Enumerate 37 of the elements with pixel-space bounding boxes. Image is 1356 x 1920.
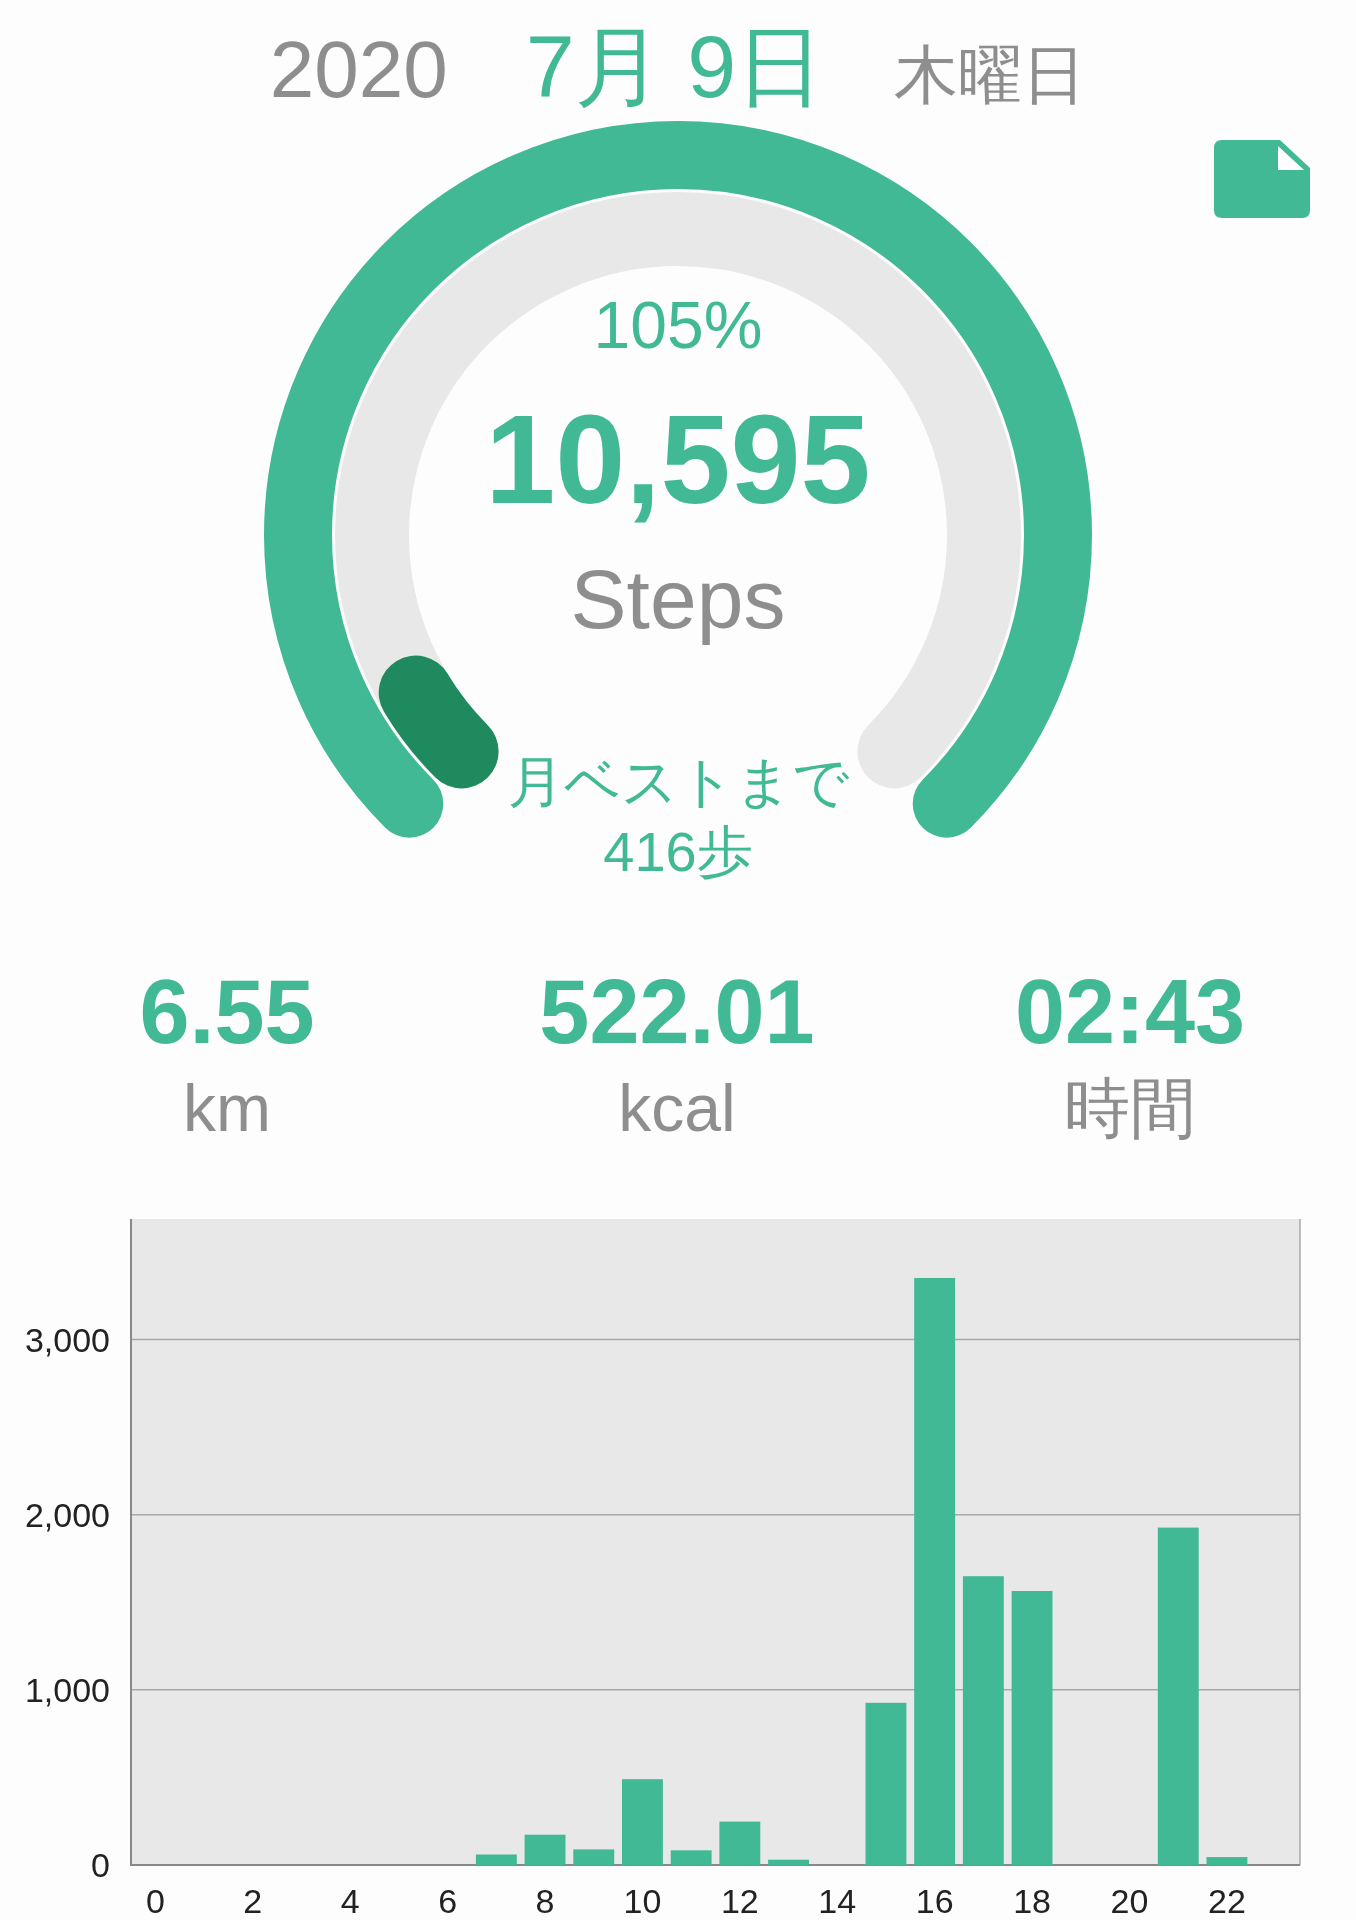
year-label: 2020 bbox=[269, 24, 448, 116]
date-label: 7月 9日 bbox=[525, 16, 825, 118]
x-axis-label: 8 bbox=[535, 1882, 555, 1920]
document-icon[interactable] bbox=[1214, 140, 1310, 218]
x-axis-label: 18 bbox=[1013, 1882, 1051, 1920]
y-axis-label: 0 bbox=[91, 1846, 110, 1884]
x-axis-label: 14 bbox=[818, 1882, 857, 1920]
x-axis-label: 2 bbox=[243, 1882, 263, 1920]
stat-value: 02:43 bbox=[1014, 962, 1246, 1062]
stat-unit: km bbox=[183, 1070, 271, 1147]
x-axis-label: 20 bbox=[1110, 1882, 1149, 1920]
stat-unit: 時間 bbox=[1064, 1070, 1196, 1147]
y-axis-label: 1,000 bbox=[24, 1670, 110, 1709]
bar bbox=[1206, 1857, 1248, 1865]
weekday-label: 木曜日 bbox=[894, 38, 1087, 113]
bar bbox=[719, 1821, 761, 1865]
x-axis-label: 6 bbox=[438, 1882, 458, 1920]
steps-unit-label: Steps bbox=[570, 551, 786, 648]
percent-label: 105% bbox=[593, 287, 763, 364]
stat-unit: kcal bbox=[618, 1070, 736, 1147]
bar bbox=[768, 1859, 809, 1865]
best-label: 月ベストまで bbox=[507, 749, 849, 815]
stat-value: 522.01 bbox=[539, 962, 815, 1062]
x-axis-label: 10 bbox=[623, 1882, 662, 1920]
bar bbox=[573, 1849, 615, 1865]
x-axis-label: 4 bbox=[340, 1882, 360, 1920]
y-axis-label: 3,000 bbox=[24, 1320, 110, 1359]
bar bbox=[475, 1854, 517, 1865]
step-count: 10,595 bbox=[485, 388, 871, 532]
x-axis-label: 0 bbox=[145, 1882, 165, 1920]
x-axis-label: 22 bbox=[1208, 1882, 1246, 1920]
best-remaining-label: 416歩 bbox=[603, 819, 753, 885]
x-axis-label: 16 bbox=[915, 1882, 954, 1920]
bar bbox=[670, 1850, 712, 1865]
y-axis-label: 2,000 bbox=[24, 1495, 110, 1534]
stat-value: 6.55 bbox=[139, 962, 315, 1062]
x-axis-label: 12 bbox=[720, 1882, 759, 1920]
